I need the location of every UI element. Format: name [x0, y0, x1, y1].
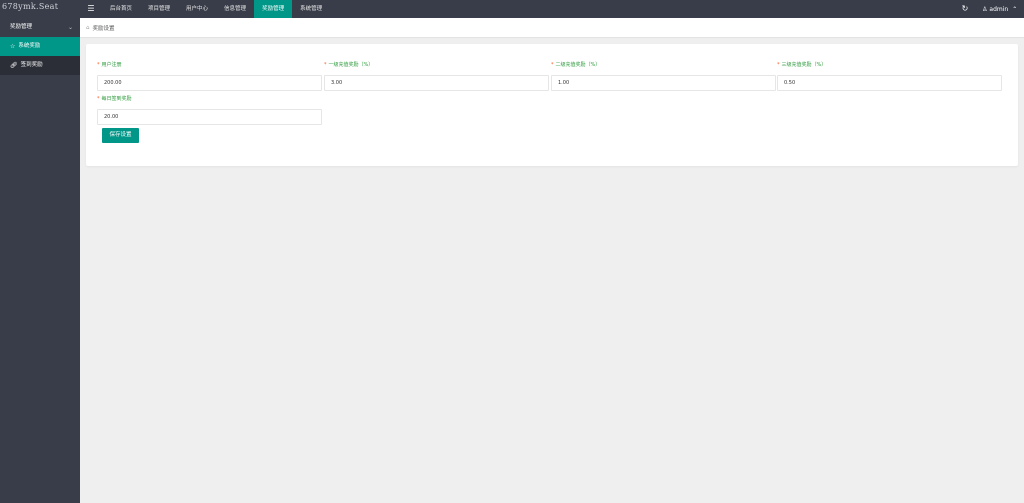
- register-reward-input[interactable]: [97, 75, 322, 91]
- top-header: 678ymk.Seat ☰ 后台首页 项目管理 用户中心 信息管理 奖励管理 系…: [0, 0, 1024, 18]
- required-mark: *: [324, 62, 327, 68]
- nav-item-home[interactable]: 后台首页: [102, 0, 140, 18]
- refresh-icon[interactable]: ↻: [958, 0, 972, 18]
- nav-item-projects[interactable]: 项目管理: [140, 0, 178, 18]
- field-label: 用户注册: [101, 62, 122, 68]
- sidebar: 奖励管理 ⌄ ☆ 系统奖励 🔗︎ 签到奖励: [0, 18, 80, 503]
- sidebar-item-label: 系统奖励: [18, 43, 41, 49]
- level2-reward-input[interactable]: [551, 75, 776, 91]
- user-icon: ♙: [982, 5, 988, 13]
- chevron-down-icon: ⌄: [67, 24, 73, 31]
- level3-reward-input[interactable]: [777, 75, 1002, 91]
- field-level1-reward: * 一级充值奖励（%）: [324, 61, 549, 91]
- home-icon: ⌂: [86, 24, 90, 31]
- field-label: 一级充值奖励（%）: [328, 62, 374, 68]
- star-icon: ☆: [10, 43, 16, 50]
- required-mark: *: [97, 96, 100, 102]
- field-daily-signin-reward: * 每日签到奖励: [97, 95, 322, 125]
- field-level3-reward: * 三级充值奖励（%）: [777, 61, 1002, 91]
- field-label: 三级充值奖励（%）: [781, 62, 827, 68]
- app-logo: 678ymk.Seat: [2, 2, 59, 11]
- save-settings-button[interactable]: 保存设置: [102, 128, 139, 143]
- nav-item-system[interactable]: 系统管理: [292, 0, 330, 18]
- nav-item-users[interactable]: 用户中心: [178, 0, 216, 18]
- level1-reward-input[interactable]: [324, 75, 549, 91]
- sidebar-item-label: 签到奖励: [20, 62, 43, 68]
- sidebar-group-label: 奖励管理: [10, 24, 33, 30]
- settings-card: *用户注册 *一级充值奖励（%） *二级充值奖励（%） *三级充值奖励（%） *…: [86, 44, 1018, 166]
- user-name: admin: [989, 5, 1009, 13]
- nav-item-rewards[interactable]: 奖励管理: [254, 0, 293, 18]
- field-level2-reward: * 二级充值奖励（%）: [551, 61, 776, 91]
- link-icon: 🔗︎: [10, 62, 18, 69]
- daily-signin-reward-input[interactable]: [97, 109, 322, 125]
- field-label: 每日签到奖励: [101, 96, 132, 102]
- sidebar-item-signin-rewards[interactable]: 🔗︎ 签到奖励: [0, 56, 80, 75]
- required-mark: *: [777, 62, 780, 68]
- required-mark: *: [97, 62, 100, 68]
- sidebar-group-rewards[interactable]: 奖励管理 ⌄: [0, 18, 80, 37]
- breadcrumb-label: 奖励设置: [92, 25, 115, 32]
- hamburger-icon[interactable]: ☰: [84, 0, 98, 18]
- required-mark: *: [551, 62, 554, 68]
- field-label: 二级充值奖励（%）: [555, 62, 601, 68]
- field-register-reward: * 用户注册: [97, 61, 322, 91]
- nav-item-info[interactable]: 信息管理: [216, 0, 254, 18]
- breadcrumb: ⌂ 奖励设置: [80, 18, 1024, 38]
- top-nav: 后台首页 项目管理 用户中心 信息管理 奖励管理 系统管理: [102, 0, 330, 18]
- user-menu[interactable]: ♙ admin ⌃: [982, 0, 1017, 18]
- sidebar-item-system-rewards[interactable]: ☆ 系统奖励: [0, 37, 80, 56]
- chevron-up-icon: ⌃: [1012, 5, 1018, 13]
